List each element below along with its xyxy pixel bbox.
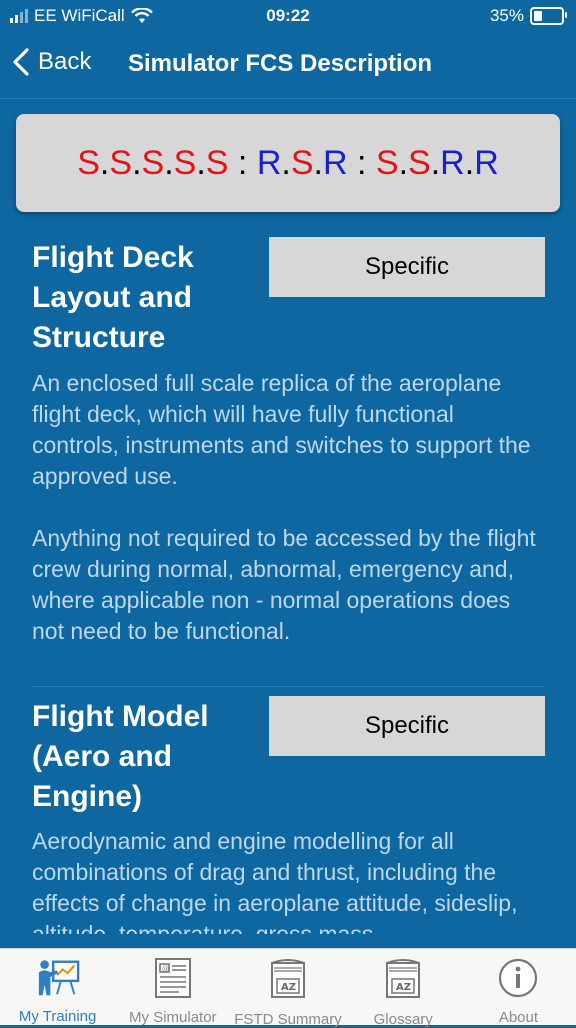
level-button-flight-deck[interactable]: Specific — [269, 237, 545, 297]
tab-fstd-summary[interactable]: AZ FSTD Summary — [230, 949, 345, 1028]
code-character: S — [141, 143, 165, 182]
code-character: R — [256, 143, 282, 182]
svg-text:AZ: AZ — [396, 982, 411, 993]
back-button[interactable]: Back — [12, 48, 91, 76]
page-title: Simulator FCS Description — [128, 50, 433, 77]
section-title-line: Flight Model — [32, 700, 209, 733]
status-bar: EE WiFiCall 09:22 35% — [0, 0, 576, 32]
code-character: . — [313, 143, 323, 182]
section-description-flight-deck: An enclosed full scale replica of the ae… — [32, 368, 542, 647]
section-title-line: Structure — [32, 321, 166, 354]
tab-glossary[interactable]: AZ Glossary — [346, 949, 461, 1028]
code-character: R — [474, 143, 499, 182]
az-book-icon: AZ — [381, 957, 425, 1001]
section-title-line: Layout and — [32, 281, 193, 314]
svg-text:@: @ — [162, 965, 169, 973]
svg-text:AZ: AZ — [281, 982, 296, 993]
tab-my-training[interactable]: My Training — [0, 949, 115, 1025]
code-character: : — [228, 143, 257, 182]
back-label: Back — [38, 48, 92, 75]
code-character: S — [375, 143, 399, 182]
battery-icon — [530, 7, 567, 25]
battery-percent: 35% — [489, 6, 524, 25]
chevron-left-icon — [13, 48, 29, 76]
battery-group: 35% — [489, 6, 567, 26]
tab-label: About — [498, 1009, 539, 1026]
section-divider — [32, 686, 544, 687]
code-character: . — [132, 143, 142, 182]
code-character: . — [430, 143, 441, 182]
code-character: S — [109, 143, 133, 182]
tab-label: My Training — [18, 1008, 97, 1025]
description-paragraph: An enclosed full scale replica of the ae… — [32, 370, 531, 489]
tab-about[interactable]: About — [461, 949, 576, 1026]
code-character: : — [347, 143, 376, 182]
section-title-line: (Aero and — [32, 740, 173, 773]
navigation-bar: Back Simulator FCS Description — [0, 40, 576, 92]
code-character: R — [322, 143, 348, 182]
code-character: . — [281, 143, 291, 182]
code-character: . — [99, 143, 110, 182]
tab-label: FSTD Summary — [234, 1011, 342, 1028]
section-title-line: Flight Deck — [32, 241, 194, 274]
section-title-flight-deck: Flight Deck Layout and Structure — [32, 238, 262, 358]
tab-label: Glossary — [373, 1011, 433, 1028]
code-character: S — [290, 143, 314, 182]
description-paragraph: Aerodynamic and engine modelling for all… — [32, 828, 518, 934]
code-character: R — [440, 143, 465, 182]
code-character: . — [164, 143, 174, 182]
code-character: . — [196, 143, 206, 182]
code-character: . — [464, 143, 475, 182]
code-character: . — [398, 143, 409, 182]
simulator-doc-icon: @ — [151, 957, 195, 999]
nav-divider — [0, 98, 576, 99]
code-character: S — [408, 143, 431, 182]
tab-bar: My Training @ My Simulator AZ FSTD Summa… — [0, 948, 576, 1028]
description-paragraph: Anything not required to be accessed by … — [32, 525, 536, 644]
info-icon — [496, 957, 540, 999]
level-button-flight-model[interactable]: Specific — [269, 696, 545, 756]
code-character: S — [77, 143, 100, 182]
code-character: S — [173, 143, 197, 182]
trainer-icon — [36, 957, 80, 998]
code-character: S — [205, 143, 229, 182]
tab-my-simulator[interactable]: @ My Simulator — [115, 949, 230, 1026]
section-title-line: Engine) — [32, 780, 142, 813]
fcs-code-box: S.S.S.S.S : R.S.R : S.S.R.R — [16, 114, 560, 212]
az-book-icon: AZ — [266, 957, 310, 1001]
section-title-flight-model: Flight Model (Aero and Engine) — [32, 697, 262, 817]
tab-label: My Simulator — [129, 1009, 217, 1026]
section-description-flight-model: Aerodynamic and engine modelling for all… — [32, 826, 542, 934]
